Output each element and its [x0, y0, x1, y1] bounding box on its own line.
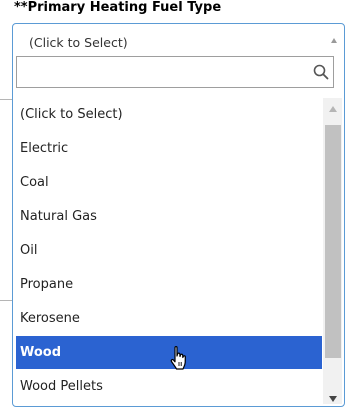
option-kerosene[interactable]: Kerosene [16, 302, 322, 335]
option-label: Wood Pellets [20, 379, 103, 394]
option-click-to-select[interactable]: (Click to Select) [16, 98, 322, 131]
option-wood-pellets[interactable]: Wood Pellets [16, 370, 322, 403]
field-label: **Primary Heating Fuel Type [14, 0, 222, 15]
scroll-down-arrow-icon[interactable] [329, 396, 337, 402]
option-label: Oil [20, 243, 38, 258]
option-coal[interactable]: Coal [16, 166, 322, 199]
scrollbar-thumb[interactable] [325, 125, 341, 358]
option-label: Coal [20, 175, 49, 190]
option-propane[interactable]: Propane [16, 268, 322, 301]
option-natural-gas[interactable]: Natural Gas [16, 200, 322, 233]
search-icon [313, 64, 329, 80]
background-divider [0, 99, 12, 100]
option-label: (Click to Select) [20, 107, 123, 122]
option-label: Kerosene [20, 311, 80, 326]
hand-pointer-cursor-icon [170, 346, 186, 370]
chevron-up-icon [331, 38, 337, 43]
fuel-type-select[interactable]: (Click to Select) [12, 31, 343, 52]
option-label: Electric [20, 141, 69, 156]
search-input[interactable] [21, 60, 305, 84]
background-divider [0, 300, 12, 301]
search-box[interactable] [16, 56, 334, 88]
select-current-value: (Click to Select) [29, 35, 128, 50]
option-electric[interactable]: Electric [16, 132, 322, 165]
option-label: Wood [20, 345, 62, 360]
option-label: Propane [20, 277, 74, 292]
option-label: Natural Gas [20, 209, 97, 224]
scroll-up-arrow-icon[interactable] [329, 106, 337, 112]
option-oil[interactable]: Oil [16, 234, 322, 267]
